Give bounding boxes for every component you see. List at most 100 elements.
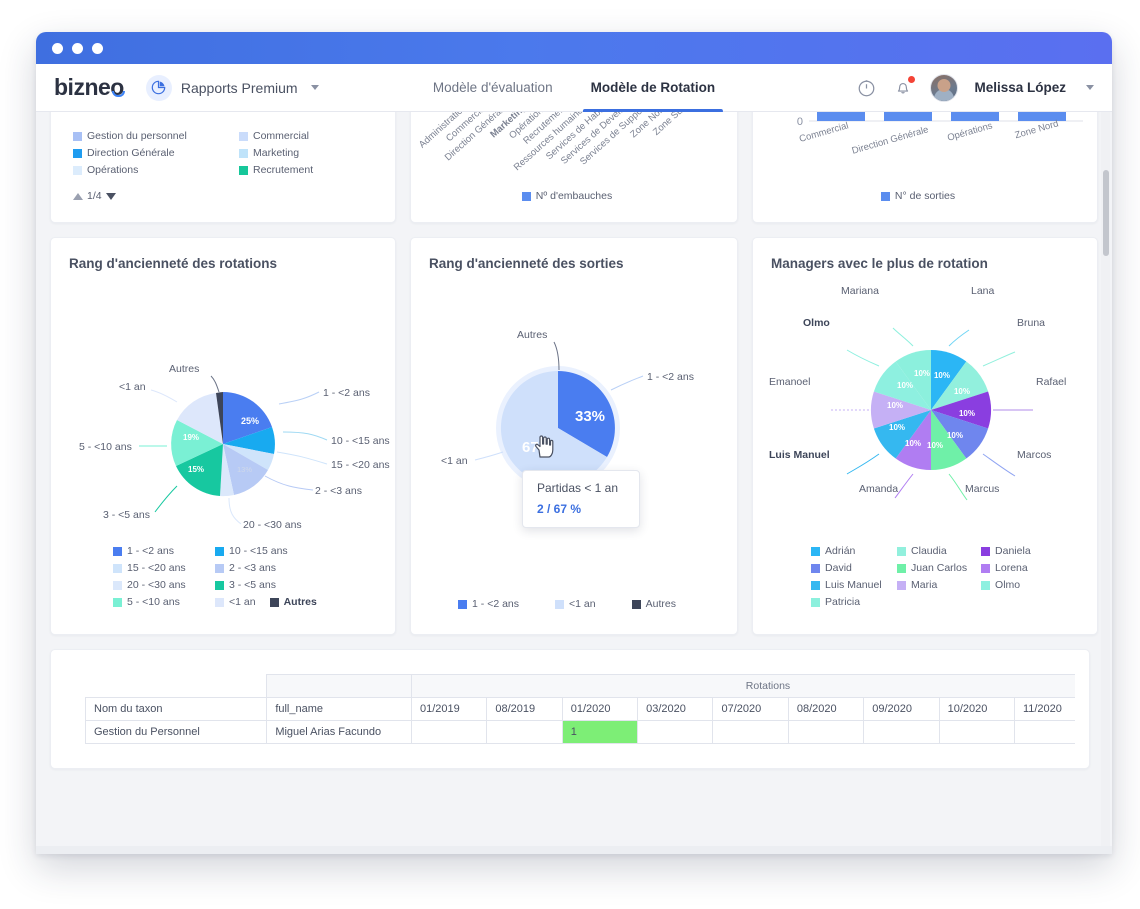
legend-label: Gestion du personnel xyxy=(87,129,187,144)
col-header[interactable]: 08/2020 xyxy=(788,698,863,721)
legend-label: Opérations xyxy=(87,163,138,178)
screenshot-root: bizneo Rapports Premium Modèle d'évaluat… xyxy=(0,0,1140,909)
user-chevron-down-icon[interactable] xyxy=(1086,85,1094,90)
legend-swatch xyxy=(981,581,990,590)
legend-item[interactable]: Claudia xyxy=(897,544,981,559)
svg-text:10%: 10% xyxy=(959,409,975,418)
col-header[interactable]: 11/2020 xyxy=(1014,698,1075,721)
col-header[interactable]: 07/2020 xyxy=(713,698,788,721)
avatar[interactable] xyxy=(930,74,958,102)
notification-badge xyxy=(908,76,915,83)
dashboard-scroll-area[interactable]: 15% Services de Dev. xyxy=(36,112,1112,854)
legend-item[interactable]: 5 - <10 ans xyxy=(113,595,215,610)
window-maximize-button[interactable] xyxy=(92,43,103,54)
managers-rotation-pie-chart[interactable]: 10% 10% 10% 10% 10% 10% 10% 10% 10% 10% xyxy=(753,268,1098,538)
legend-item[interactable]: Gestion du personnel xyxy=(73,129,225,144)
col-header[interactable]: 10/2020 xyxy=(939,698,1014,721)
col-header[interactable]: Nom du taxon xyxy=(86,698,267,721)
col-header[interactable]: full_name xyxy=(267,698,412,721)
legend-item[interactable]: David xyxy=(811,561,897,576)
legend-item[interactable]: Autres xyxy=(632,598,676,610)
legend-item[interactable]: Marketing xyxy=(239,146,299,161)
legend-label: 1 - <2 ans xyxy=(127,544,174,559)
rotations-seniority-pie-chart[interactable]: 25% 13% 15% 19% xyxy=(51,280,396,560)
pie-chart-icon xyxy=(146,75,172,101)
legend-item[interactable]: <1 an xyxy=(215,595,256,610)
tab-modele-evaluation[interactable]: Modèle d'évaluation xyxy=(433,64,553,112)
legend-item[interactable]: 2 - <3 ans xyxy=(215,561,276,576)
chart-tooltip: Partidas < 1 an 2 / 67 % xyxy=(522,470,640,528)
legend-swatch xyxy=(73,149,82,158)
col-header[interactable]: 01/2019 xyxy=(411,698,486,721)
legend-item[interactable]: Luis Manuel xyxy=(811,578,897,593)
legend-item[interactable]: Direction Générale xyxy=(73,146,225,161)
pager-next-icon[interactable] xyxy=(106,193,116,200)
pie-leader-label: <1 an xyxy=(441,455,468,467)
svg-text:13%: 13% xyxy=(237,465,252,474)
stopwatch-icon[interactable] xyxy=(856,77,877,98)
legend-item[interactable]: Nº d'embauches xyxy=(522,190,612,202)
legend-item[interactable]: 1 - <2 ans xyxy=(458,598,519,610)
legend-item[interactable]: Commercial xyxy=(239,129,309,144)
col-header[interactable]: 09/2020 xyxy=(864,698,939,721)
col-header[interactable]: 03/2020 xyxy=(638,698,713,721)
legend-item[interactable]: Autres xyxy=(270,595,317,610)
legend-swatch xyxy=(239,149,248,158)
legend-item[interactable]: Lorena xyxy=(981,561,1028,576)
cell-value xyxy=(713,721,788,744)
legend-item[interactable]: Recrutement xyxy=(239,163,313,178)
cell-value xyxy=(638,721,713,744)
legend-item[interactable]: Adrián xyxy=(811,544,897,559)
table-row[interactable]: Gestion du Personnel Miguel Arias Facund… xyxy=(86,721,1076,744)
legend-label: <1 an xyxy=(569,598,596,610)
legend-swatch xyxy=(555,600,564,609)
legend-label: Claudia xyxy=(911,544,947,559)
hires-bar-chart[interactable]: 1 0 xyxy=(411,112,738,223)
legend-item[interactable]: Opérations xyxy=(73,163,225,178)
legend-item[interactable]: 20 - <30 ans xyxy=(113,578,215,593)
window-close-button[interactable] xyxy=(52,43,63,54)
legend-swatch xyxy=(270,598,279,607)
legend-pager: 1/4 xyxy=(73,190,116,202)
cell-value xyxy=(939,721,1014,744)
legend-item[interactable]: 10 - <15 ans xyxy=(215,544,288,559)
legend-item[interactable]: Maria xyxy=(897,578,981,593)
legend-swatch xyxy=(73,166,82,175)
legend-label: Marketing xyxy=(253,146,299,161)
legend-swatch xyxy=(632,600,641,609)
tab-modele-rotation[interactable]: Modèle de Rotation xyxy=(591,64,716,112)
vertical-scrollbar-thumb[interactable] xyxy=(1103,170,1109,256)
legend-label: Olmo xyxy=(995,578,1020,593)
cell-value xyxy=(411,721,486,744)
horizontal-scrollbar-track[interactable] xyxy=(36,846,1112,854)
pager-label: 1/4 xyxy=(87,190,102,202)
main-nav-tabs: Modèle d'évaluation Modèle de Rotation xyxy=(433,64,715,112)
dashboard-row-3: Rotations Nom du taxon full_name 01/2019… xyxy=(50,649,1098,769)
legend-item[interactable]: N° de sorties xyxy=(881,190,955,202)
app-header: bizneo Rapports Premium Modèle d'évaluat… xyxy=(36,64,1112,112)
table-scroll-wrap[interactable]: Rotations Nom du taxon full_name 01/2019… xyxy=(85,674,1075,744)
legend-label: David xyxy=(825,561,852,576)
pager-prev-icon[interactable] xyxy=(73,193,83,200)
legend-item[interactable]: Olmo xyxy=(981,578,1020,593)
table-group-header: Rotations xyxy=(411,675,1075,698)
legend-swatch xyxy=(73,132,82,141)
legend-item[interactable]: 3 - <5 ans xyxy=(215,578,276,593)
legend-swatch xyxy=(811,547,820,556)
col-header[interactable]: 08/2019 xyxy=(487,698,562,721)
report-menu[interactable]: Rapports Premium xyxy=(146,75,319,101)
exits-bar-chart[interactable]: 0,5 0 Commercial Direction Générale xyxy=(753,112,1098,223)
legend-item[interactable]: 1 - <2 ans xyxy=(113,544,215,559)
bell-icon[interactable] xyxy=(893,77,914,98)
legend-item[interactable]: 15 - <20 ans xyxy=(113,561,215,576)
legend-item[interactable]: Patricia xyxy=(811,595,897,610)
bizneo-logo[interactable]: bizneo xyxy=(54,74,124,101)
legend-item[interactable]: Juan Carlos xyxy=(897,561,981,576)
legend-item[interactable]: Daniela xyxy=(981,544,1031,559)
legend-swatch xyxy=(215,581,224,590)
svg-text:10%: 10% xyxy=(934,371,950,380)
window-minimize-button[interactable] xyxy=(72,43,83,54)
col-header[interactable]: 01/2020 xyxy=(562,698,637,721)
legend-item[interactable]: <1 an xyxy=(555,598,596,610)
svg-text:10%: 10% xyxy=(887,401,903,410)
